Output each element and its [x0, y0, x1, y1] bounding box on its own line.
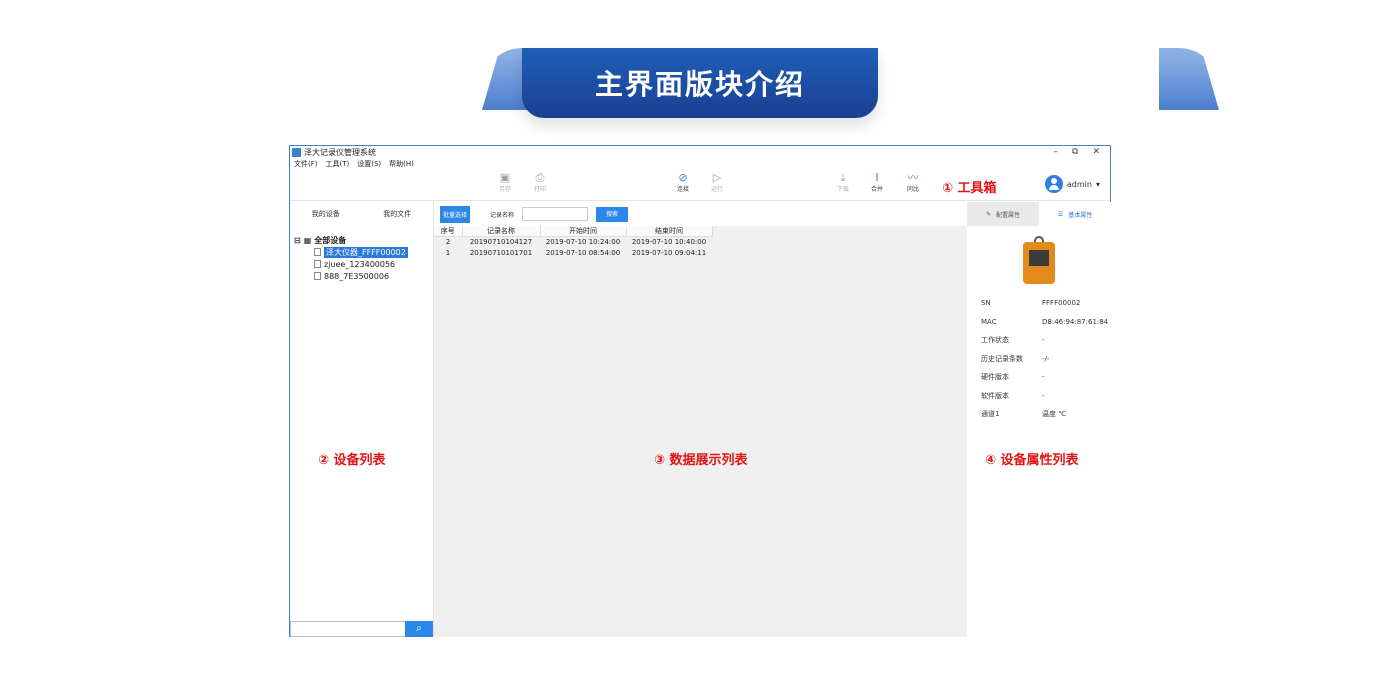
table-header: 序号 记录名称 开始时间 结束时间 — [434, 226, 713, 237]
property-row: SN FFFF00002 — [981, 299, 1081, 308]
menu-bar: 文件(F) 工具(T) 设置(S) 帮助(H) — [290, 158, 1110, 169]
menu-help[interactable]: 帮助(H) — [389, 159, 414, 169]
print-icon: ⎙ — [535, 171, 545, 184]
banner: 主界面版块介绍 — [482, 48, 1219, 128]
batch-select-button[interactable]: 批量选择 — [440, 205, 471, 223]
tree-node-label: 泽大仪器_FFFF00002 — [324, 246, 408, 258]
grid-icon: ▦ — [303, 235, 312, 245]
download-icon: ⤓ — [840, 171, 846, 184]
property-list-annotation: ④ 设备属性列表 — [985, 453, 1079, 468]
filter-bar: 批量选择 记录名称 搜索 — [434, 202, 967, 226]
window-title: 泽大记录仪管理系统 — [304, 147, 376, 157]
property-row: MAC D8:46:94:87:61:84 — [981, 317, 1109, 326]
cell: 2019-07-10 10:40:00 — [631, 238, 707, 247]
cell: 2019-07-10 10:24:00 — [545, 238, 621, 247]
data-panel: 批量选择 记录名称 搜索 序号 记录名称 开始时间 结束时间 2 2019071… — [434, 202, 967, 637]
tree-node-label: 888_7E3500006 — [324, 271, 390, 281]
cell: 1 — [445, 249, 451, 257]
device-icon — [314, 260, 321, 268]
tab-config-properties[interactable]: ✎ 配置属性 — [967, 202, 1039, 226]
cell: 20190710101701 — [469, 249, 533, 257]
left-tabs: 我的设备 我的文件 — [290, 202, 433, 226]
col-index[interactable]: 序号 — [434, 226, 463, 237]
cell: 2 — [445, 238, 451, 247]
play-icon: ▷ — [712, 171, 722, 184]
property-list: SN FFFF00002 MAC D8:46:94:87:61:84 工作状态 - 历… — [967, 294, 1111, 424]
tree-root-label: 全部设备 — [314, 235, 347, 245]
table-row[interactable]: 2 20190710104127 2019-07-10 10:24:00 201… — [434, 237, 712, 248]
tab-my-devices[interactable]: 我的设备 — [290, 209, 362, 219]
cell: 2019-07-10 09:04:11 — [631, 249, 707, 257]
page: 主界面版块介绍 泽大记录仪管理系统 – ⧉ ✕ 文件(F) 工具(T) 设置(S… — [0, 0, 1400, 700]
tree-node-label: zjuee_123400056 — [324, 259, 396, 269]
print-button[interactable]: ⎙ 打印 — [527, 171, 553, 193]
run-button[interactable]: ▷ 运行 — [704, 171, 730, 193]
banner-center: 主界面版块介绍 — [522, 48, 878, 118]
app-icon — [292, 147, 301, 157]
window-controls: – ⧉ ✕ — [1054, 147, 1100, 157]
cell: 2019-07-10 08:54:00 — [545, 249, 621, 257]
download-button[interactable]: ⤓ 下载 — [830, 171, 856, 193]
link-icon: ⊘ — [678, 171, 688, 184]
merge-button[interactable]: I 合并 — [864, 171, 890, 193]
property-row: 历史记录条数 -/- — [981, 354, 1050, 363]
collapse-icon[interactable]: ⊟ — [294, 236, 301, 245]
device-icon — [314, 248, 321, 256]
trend-icon: 〰 — [907, 171, 919, 184]
tree-root[interactable]: ⊟ ▦ 全部设备 — [294, 234, 433, 246]
app-window: 泽大记录仪管理系统 – ⧉ ✕ 文件(F) 工具(T) 设置(S) 帮助(H) … — [289, 145, 1111, 637]
avatar-icon — [1044, 175, 1063, 193]
toolbox-annotation: ① 工具箱 — [942, 181, 997, 196]
col-start-time[interactable]: 开始时间 — [540, 226, 627, 237]
tab-my-files[interactable]: 我的文件 — [362, 209, 434, 219]
tree-node-device[interactable]: 泽大仪器_FFFF00002 — [294, 246, 433, 258]
device-search-input[interactable] — [290, 621, 405, 637]
menu-tools[interactable]: 工具(T) — [326, 159, 350, 169]
property-row: 硬件版本 - — [981, 373, 1045, 382]
minimize-button[interactable]: – — [1054, 147, 1059, 157]
device-panel: 我的设备 我的文件 ⊟ ▦ 全部设备 泽大仪器_FFFF00002 zjuee_… — [290, 202, 434, 637]
banner-title: 主界面版块介绍 — [594, 68, 805, 101]
caret-down-icon: ▾ — [1095, 179, 1100, 189]
username: admin — [1066, 179, 1092, 189]
property-row: 通道1 温度 ℃ — [981, 410, 1067, 419]
col-record-name[interactable]: 记录名称 — [462, 226, 541, 237]
record-name-input[interactable] — [522, 207, 589, 221]
data-list-annotation: ③ 数据展示列表 — [654, 453, 748, 468]
property-row: 工作状态 - — [981, 336, 1045, 345]
record-table: 序号 记录名称 开始时间 结束时间 2 20190710104127 2019-… — [434, 226, 713, 259]
compare-button[interactable]: 〰 同比 — [900, 171, 926, 193]
toolbar: ▣ 另存 ⎙ 打印 ⊘ 连接 ▷ 运行 ⤓ 下载 I 合并 〰 同比 ① 工具箱… — [290, 169, 1110, 201]
table-row[interactable]: 1 20190710101701 2019-07-10 08:54:00 201… — [434, 248, 712, 259]
menu-file[interactable]: 文件(F) — [294, 159, 318, 169]
record-name-label: 记录名称 — [490, 211, 515, 219]
property-row: 软件版本 - — [981, 391, 1045, 400]
device-tree: ⊟ ▦ 全部设备 泽大仪器_FFFF00002 zjuee_123400056 … — [290, 226, 433, 282]
tree-node-device[interactable]: zjuee_123400056 — [294, 258, 433, 270]
list-icon: ☰ — [1057, 210, 1064, 218]
menu-settings[interactable]: 设置(S) — [357, 159, 381, 169]
connect-button[interactable]: ⊘ 连接 — [670, 171, 696, 193]
restore-button[interactable]: ⧉ — [1072, 147, 1078, 157]
banner-right-wing — [1159, 48, 1219, 110]
col-end-time[interactable]: 结束时间 — [626, 226, 713, 237]
user-menu[interactable]: admin ▾ — [1044, 175, 1100, 193]
save-icon: ▣ — [499, 171, 511, 184]
save-as-button[interactable]: ▣ 另存 — [492, 171, 518, 193]
tab-basic-properties[interactable]: ☰ 基本属性 — [1039, 202, 1111, 226]
property-panel: ✎ 配置属性 ☰ 基本属性 SN FFFF00002 MAC D8:46:94:87… — [967, 202, 1111, 637]
device-image — [1019, 236, 1059, 286]
device-list-annotation: ② 设备列表 — [318, 453, 386, 468]
search-icon[interactable]: ⌕ — [405, 621, 433, 637]
device-icon — [314, 272, 321, 280]
device-search: ⌕ — [290, 621, 433, 637]
close-button[interactable]: ✕ — [1092, 147, 1100, 157]
merge-icon: I — [875, 171, 879, 184]
edit-icon: ✎ — [985, 210, 991, 218]
search-button[interactable]: 搜索 — [596, 206, 629, 222]
cell: 20190710104127 — [469, 238, 533, 247]
tree-node-device[interactable]: 888_7E3500006 — [294, 270, 433, 282]
right-tabs: ✎ 配置属性 ☰ 基本属性 — [967, 202, 1111, 226]
title-bar: 泽大记录仪管理系统 – ⧉ ✕ — [290, 146, 1110, 158]
